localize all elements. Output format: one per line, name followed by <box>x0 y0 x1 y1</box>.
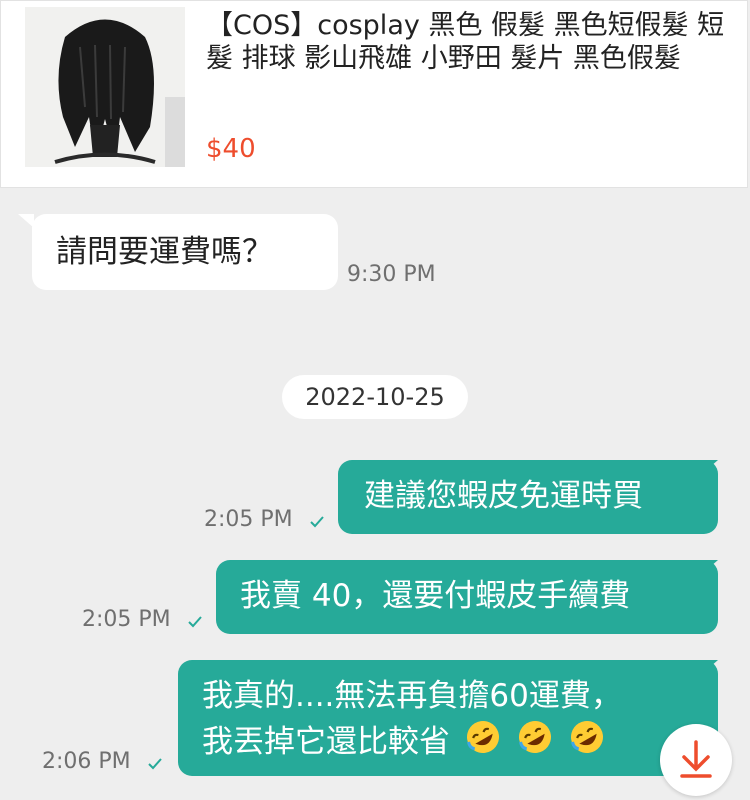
bubble-tail <box>702 460 718 474</box>
message-text: 請問要運費嗎？ <box>56 234 273 270</box>
outgoing-message[interactable]: 我賣 40，還要付蝦皮手續費 <box>216 560 718 634</box>
product-thumbnail[interactable] <box>25 7 185 167</box>
rolling-on-floor-laughing-emoji <box>570 721 603 753</box>
message-time: 2:05 PM <box>204 507 293 532</box>
rolling-on-floor-laughing-emoji <box>518 721 551 753</box>
message-text: 建議您蝦皮免運時買 <box>364 478 643 514</box>
message-time: 9:30 PM <box>347 262 436 287</box>
message-text: 我丟掉它還比較省 <box>202 724 450 760</box>
product-price: $40 <box>206 134 256 164</box>
check-icon <box>310 516 324 528</box>
bubble-tail <box>702 660 718 674</box>
incoming-message[interactable]: 請問要運費嗎？ <box>32 214 338 290</box>
message-text-line: 我真的....無法再負擔60運費， <box>202 678 622 714</box>
wig-image <box>25 7 185 167</box>
outgoing-message[interactable]: 建議您蝦皮免運時買 <box>338 460 718 534</box>
message-time: 2:05 PM <box>82 607 171 632</box>
message-text-line: 我丟掉它還比較省 <box>202 718 718 764</box>
product-card[interactable]: 【COS】cosplay 黑色 假髮 黑色短假髮 短髮 排球 影山飛雄 小野田 … <box>0 0 748 188</box>
arrow-down-icon <box>680 740 712 778</box>
check-icon <box>188 616 202 628</box>
bubble-tail <box>702 560 718 574</box>
product-title[interactable]: 【COS】cosplay 黑色 假髮 黑色短假髮 短髮 排球 影山飛雄 小野田 … <box>206 9 736 75</box>
check-icon <box>148 758 162 770</box>
message-text: 我賣 40，還要付蝦皮手續費 <box>240 578 631 614</box>
rolling-on-floor-laughing-emoji <box>466 721 499 753</box>
message-time: 2:06 PM <box>42 749 131 774</box>
scroll-to-bottom-button[interactable] <box>660 724 732 796</box>
outgoing-message[interactable]: 我真的....無法再負擔60運費， 我丟掉它還比較省 <box>178 660 718 776</box>
date-divider: 2022-10-25 <box>282 375 468 419</box>
